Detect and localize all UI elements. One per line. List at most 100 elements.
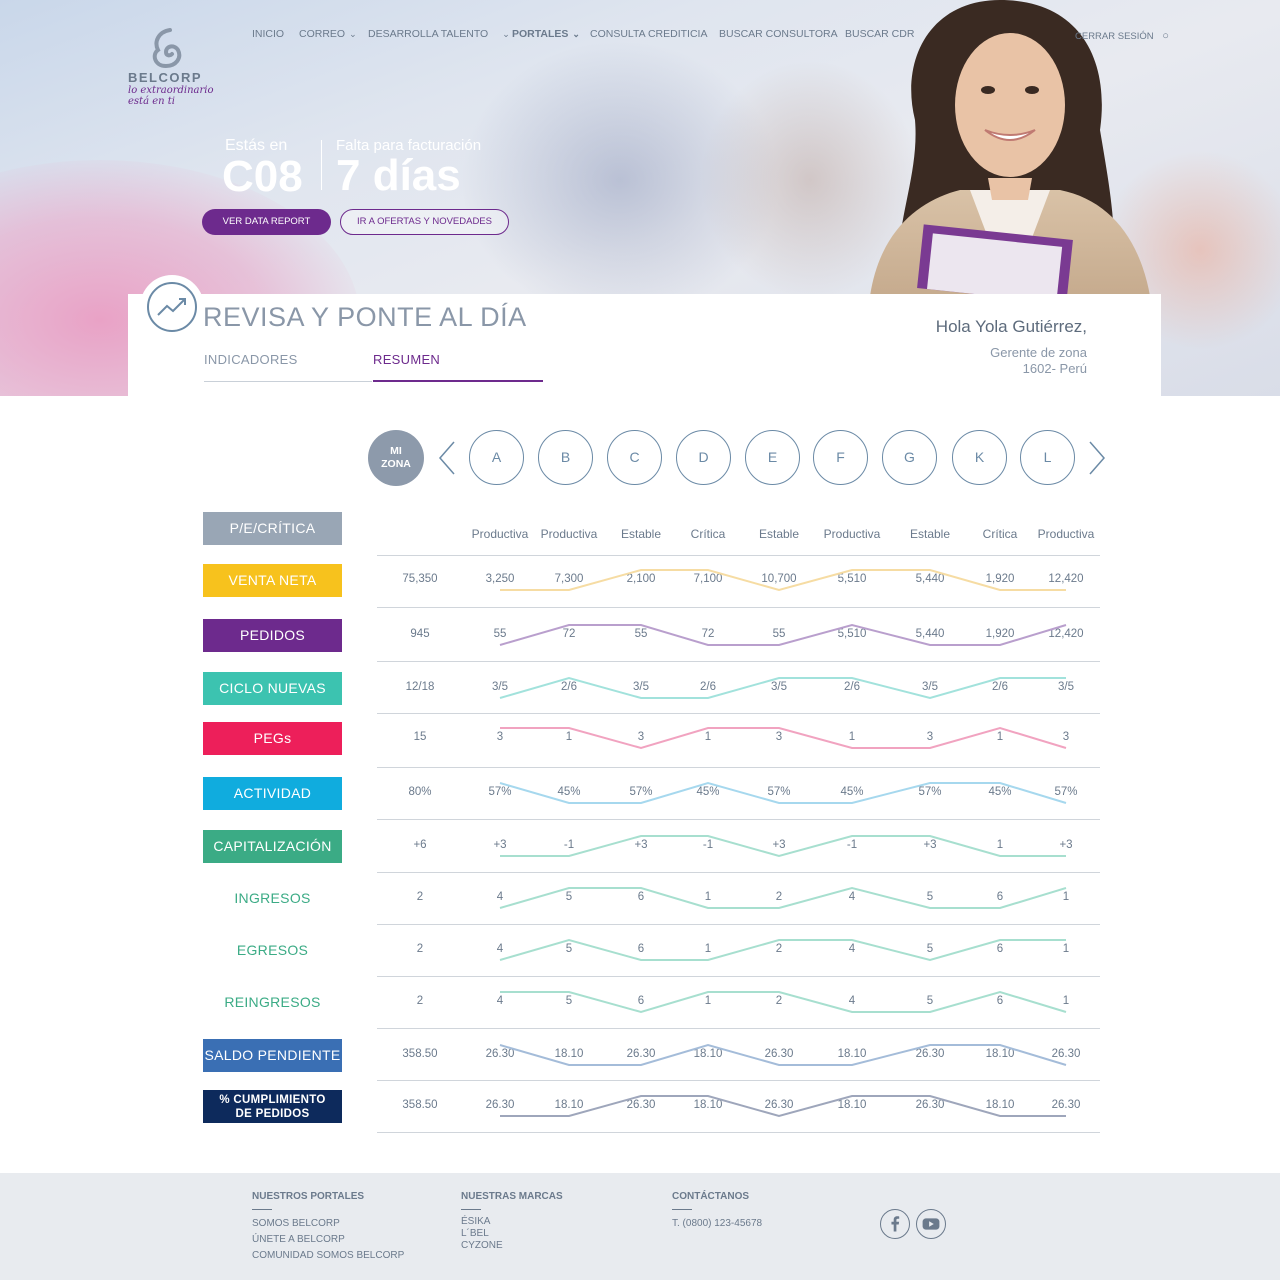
zone-circle-e[interactable]: E: [745, 430, 800, 485]
zone-circle-a[interactable]: A: [469, 430, 524, 485]
greeting-name: Hola Yola Gutiérrez,: [935, 317, 1087, 336]
footer-marcas-title: NUESTRAS MARCAS: [461, 1191, 563, 1202]
tab-active-underline: [373, 380, 543, 382]
chevron-down-icon: ⌄: [349, 29, 357, 39]
kpi-label[interactable]: CICLO NUEVAS: [203, 672, 342, 705]
kpi-value: 3/5: [922, 681, 938, 693]
kpi-label[interactable]: PEDIDOS: [203, 619, 342, 652]
kpi-value: 1: [848, 731, 856, 743]
kpi-value: 45%: [696, 786, 720, 798]
zone-circle-c[interactable]: C: [607, 430, 662, 485]
user-role: Gerente de zona: [990, 345, 1087, 360]
status-header-label: P/E/CRÍTICA: [203, 512, 342, 545]
row-divider: [377, 1080, 1100, 1081]
kpi-total: 2: [416, 995, 424, 1007]
zone-circle-k[interactable]: K: [952, 430, 1007, 485]
power-icon: ○: [1162, 30, 1169, 42]
footer-link-comunidad[interactable]: COMUNIDAD SOMOS BELCORP: [252, 1248, 404, 1264]
nav-buscar-cdr[interactable]: BUSCAR CDR: [845, 28, 914, 40]
row-divider: [377, 872, 1100, 873]
belcorp-logo-mark-icon: [152, 28, 182, 68]
nav-desarrolla-label: DESARROLLA TALENTO: [368, 28, 489, 40]
kpi-value: +3: [493, 839, 507, 851]
kpi-label[interactable]: PEGs: [203, 722, 342, 755]
footer-link-lbel[interactable]: L´BEL: [461, 1228, 563, 1240]
kpi-value: 6: [637, 943, 645, 955]
kpi-value: +3: [1059, 839, 1073, 851]
ofertas-button[interactable]: IR A OFERTAS Y NOVEDADES: [340, 209, 509, 235]
footer-divider: [252, 1209, 272, 1210]
kpi-value: 26.30: [485, 1099, 515, 1111]
belcorp-logo[interactable]: BELCORP lo extraordinario está en ti: [128, 28, 238, 107]
zone-circle-f[interactable]: F: [813, 430, 868, 485]
column-header: Productiva: [1037, 527, 1095, 541]
nav-consulta-crediticia[interactable]: CONSULTA CREDITICIA: [590, 28, 707, 40]
footer-link-esika[interactable]: ÉSIKA: [461, 1216, 563, 1228]
kpi-label[interactable]: EGRESOS: [203, 934, 342, 967]
kpi-value: 26.30: [764, 1099, 794, 1111]
kpi-value: 6: [996, 995, 1004, 1007]
column-header: Productiva: [471, 527, 529, 541]
kpi-value: 1: [996, 731, 1004, 743]
kpi-value: 5: [565, 943, 573, 955]
row-divider: [377, 555, 1100, 556]
kpi-value: 18.10: [837, 1048, 867, 1060]
nav-desarrolla-talento[interactable]: DESARROLLA TALENTO ⌄: [368, 28, 510, 40]
kpi-value: 2/6: [561, 681, 577, 693]
zone-circle-b[interactable]: B: [538, 430, 593, 485]
chevron-right-icon[interactable]: [1087, 440, 1107, 476]
kpi-total: 80%: [408, 786, 432, 798]
nav-buscar-consultora[interactable]: BUSCAR CONSULTORA: [719, 28, 838, 40]
footer-portales: NUESTROS PORTALES SOMOS BELCORP ÚNETE A …: [252, 1189, 404, 1264]
kpi-value: +3: [634, 839, 648, 851]
footer-link-somos[interactable]: SOMOS BELCORP: [252, 1216, 404, 1232]
kpi-value: 1: [1062, 891, 1070, 903]
kpi-label[interactable]: CAPITALIZACIÓN: [203, 830, 342, 863]
tab-indicadores[interactable]: INDICADORES: [204, 352, 298, 367]
kpi-label[interactable]: SALDO PENDIENTE: [203, 1039, 342, 1072]
kpi-total: 2: [416, 943, 424, 955]
chevron-left-icon[interactable]: [437, 440, 457, 476]
kpi-total: +6: [413, 839, 427, 851]
footer-portales-title: NUESTROS PORTALES: [252, 1191, 365, 1202]
kpi-label[interactable]: REINGRESOS: [203, 986, 342, 1019]
kpi-value: 72: [562, 628, 576, 640]
logout-link[interactable]: CERRAR SESIÓN ○: [1075, 30, 1169, 42]
zone-circle-g[interactable]: G: [882, 430, 937, 485]
column-header: Productiva: [540, 527, 598, 541]
kpi-value: 12,420: [1048, 628, 1084, 640]
kpi-label[interactable]: VENTA NETA: [203, 564, 342, 597]
nav-correo-label: CORREO: [299, 28, 346, 40]
kpi-value: 3: [926, 731, 934, 743]
zone-mi-zona[interactable]: MI ZONA: [368, 430, 424, 486]
zone-circle-d[interactable]: D: [676, 430, 731, 485]
nav-portales[interactable]: PORTALES ⌄: [512, 28, 580, 40]
tab-resumen[interactable]: RESUMEN: [373, 352, 440, 367]
kpi-label[interactable]: ACTIVIDAD: [203, 777, 342, 810]
kpi-value: 45%: [557, 786, 581, 798]
trend-up-icon: [140, 275, 204, 339]
chevron-down-icon: ⌄: [572, 29, 580, 39]
zone-circle-l[interactable]: L: [1020, 430, 1075, 485]
campaign-info: Estás en C08: [222, 137, 303, 199]
kpi-value: -1: [846, 839, 858, 851]
youtube-icon[interactable]: [916, 1209, 946, 1239]
kpi-value: 26.30: [764, 1048, 794, 1060]
row-divider: [377, 924, 1100, 925]
data-report-button[interactable]: VER DATA REPORT: [202, 209, 331, 235]
row-divider: [377, 767, 1100, 768]
kpi-label[interactable]: % CUMPLIMIENTO DE PEDIDOS: [203, 1090, 342, 1123]
nav-inicio[interactable]: INICIO: [252, 28, 284, 40]
kpi-value: 57%: [918, 786, 942, 798]
footer-link-cyzone[interactable]: CYZONE: [461, 1240, 563, 1252]
kpi-value: 6: [996, 891, 1004, 903]
nav-correo[interactable]: CORREO ⌄: [299, 28, 357, 40]
brand-tagline-1: lo extraordinario: [128, 85, 214, 96]
kpi-label[interactable]: INGRESOS: [203, 882, 342, 915]
footer-link-unete[interactable]: ÚNETE A BELCORP: [252, 1232, 404, 1248]
footer-contacto: CONTÁCTANOS T. (0800) 123-45678: [672, 1189, 762, 1232]
facebook-icon[interactable]: [880, 1209, 910, 1239]
kpi-value: 45%: [840, 786, 864, 798]
kpi-total: 2: [416, 891, 424, 903]
kpi-value: 5,440: [915, 628, 945, 640]
